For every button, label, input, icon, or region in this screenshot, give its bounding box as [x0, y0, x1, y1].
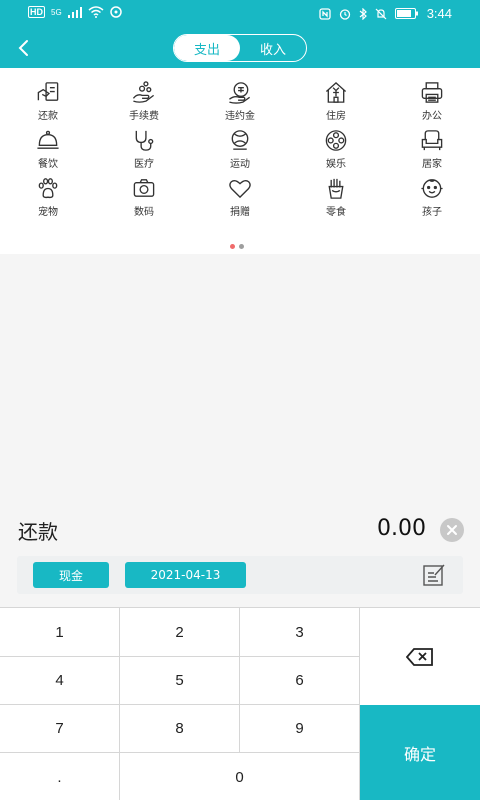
- category-label: 数码: [134, 207, 154, 218]
- key-9[interactable]: 9: [240, 705, 360, 753]
- battery-icon: [394, 8, 418, 19]
- status-right: 3:44: [319, 6, 452, 21]
- category-label: 办公: [422, 111, 442, 122]
- food-cloche-icon: [37, 130, 59, 149]
- date-button[interactable]: 2021-04-13: [125, 562, 246, 588]
- armchair-icon: [421, 130, 443, 151]
- account-button[interactable]: 现金: [33, 562, 109, 588]
- page-dot: [239, 244, 244, 249]
- chevron-left-icon: [18, 40, 28, 56]
- status-left: HD 5G: [28, 6, 122, 18]
- house-icon: [325, 81, 347, 103]
- category-label: 医疗: [134, 159, 154, 170]
- fries-icon: [328, 178, 344, 199]
- printer-icon: [421, 82, 443, 103]
- amount-display: 0.00: [377, 516, 426, 541]
- alarm-icon: [339, 8, 350, 20]
- category-repayment[interactable]: 还款: [0, 74, 96, 122]
- app-screen: HD 5G 3:44 支出 收入 还款 手续费 违约金 住房 办公 餐饮 医疗 …: [0, 0, 480, 800]
- key-7[interactable]: 7: [0, 705, 120, 753]
- category-housing[interactable]: 住房: [288, 74, 384, 122]
- category-label: 违约金: [225, 111, 255, 122]
- repayment-icon: [37, 82, 59, 101]
- sports-icon: [231, 130, 249, 150]
- type-switch: 支出 收入: [173, 34, 307, 62]
- stethoscope-icon: [135, 130, 154, 151]
- back-button[interactable]: [10, 34, 38, 62]
- fee-coins-hand-icon: [132, 81, 155, 103]
- category-penalty[interactable]: 违约金: [192, 74, 288, 122]
- paw-icon: [38, 178, 58, 199]
- key-5[interactable]: 5: [120, 657, 240, 705]
- option-bar: 现金 2021-04-13: [17, 556, 463, 594]
- edit-note-icon: [423, 564, 445, 586]
- category-label: 孩子: [422, 207, 442, 218]
- top-nav: 支出 收入: [0, 28, 480, 68]
- page-indicator: [230, 244, 244, 249]
- category-label: 捐赠: [230, 207, 250, 218]
- heart-icon: [229, 180, 251, 199]
- film-reel-icon: [325, 130, 347, 151]
- key-8[interactable]: 8: [120, 705, 240, 753]
- key-2[interactable]: 2: [120, 608, 240, 657]
- category-fee[interactable]: 手续费: [96, 74, 192, 122]
- category-children[interactable]: 孩子: [384, 170, 480, 218]
- tab-expense[interactable]: 支出: [174, 35, 240, 61]
- category-label: 零食: [326, 207, 346, 218]
- category-label: 宠物: [38, 207, 58, 218]
- bluetooth-icon: [359, 7, 367, 20]
- backspace-icon: [406, 647, 433, 666]
- category-digital[interactable]: 数码: [96, 170, 192, 218]
- category-pets[interactable]: 宠物: [0, 170, 96, 218]
- baby-face-icon: [421, 179, 443, 198]
- category-office[interactable]: 办公: [384, 74, 480, 122]
- nfc-icon: [319, 7, 331, 20]
- key-dot[interactable]: .: [0, 753, 120, 800]
- data-saver-icon: [109, 6, 122, 18]
- key-4[interactable]: 4: [0, 657, 120, 705]
- mute-bell-icon: [375, 8, 387, 19]
- confirm-button[interactable]: 确定: [360, 705, 480, 800]
- tab-income[interactable]: 收入: [240, 35, 306, 61]
- selected-category: 还款: [18, 520, 58, 544]
- amount-row: 还款 0.00: [0, 508, 480, 548]
- penalty-icon: [229, 82, 251, 104]
- category-label: 运动: [230, 159, 250, 170]
- category-grid: 还款 手续费 违约金 住房 办公 餐饮 医疗 运动 娱乐 居家 宠物 数码 捐赠…: [0, 74, 480, 218]
- key-0[interactable]: 0: [120, 753, 360, 800]
- category-entertainment[interactable]: 娱乐: [288, 122, 384, 170]
- category-sports[interactable]: 运动: [192, 122, 288, 170]
- status-bar: HD 5G 3:44: [0, 0, 480, 28]
- category-label: 手续费: [129, 111, 159, 122]
- category-label: 居家: [422, 159, 442, 170]
- category-panel: 还款 手续费 违约金 住房 办公 餐饮 医疗 运动 娱乐 居家 宠物 数码 捐赠…: [0, 68, 480, 254]
- clear-icon: [440, 518, 464, 542]
- clock: 3:44: [426, 6, 452, 21]
- note-button[interactable]: [421, 562, 447, 588]
- category-label: 餐饮: [38, 159, 58, 170]
- signal-icon: [67, 6, 82, 18]
- category-home[interactable]: 居家: [384, 122, 480, 170]
- category-label: 住房: [326, 111, 346, 122]
- camera-icon: [133, 179, 155, 197]
- category-donation[interactable]: 捐赠: [192, 170, 288, 218]
- category-dining[interactable]: 餐饮: [0, 122, 96, 170]
- clear-amount-button[interactable]: [440, 518, 464, 542]
- key-6[interactable]: 6: [240, 657, 360, 705]
- category-label: 还款: [38, 111, 58, 122]
- network-type: 5G: [51, 7, 62, 17]
- category-label: 娱乐: [326, 159, 346, 170]
- category-snacks[interactable]: 零食: [288, 170, 384, 218]
- page-dot-active: [230, 244, 235, 249]
- key-3[interactable]: 3: [240, 608, 360, 657]
- hd-badge: HD: [28, 6, 45, 18]
- category-medical[interactable]: 医疗: [96, 122, 192, 170]
- key-1[interactable]: 1: [0, 608, 120, 657]
- wifi-icon: [88, 6, 104, 18]
- backspace-button[interactable]: [360, 608, 480, 705]
- number-keypad: 1 2 3 4 5 6 7 8 9 . 0 确定: [0, 607, 480, 800]
